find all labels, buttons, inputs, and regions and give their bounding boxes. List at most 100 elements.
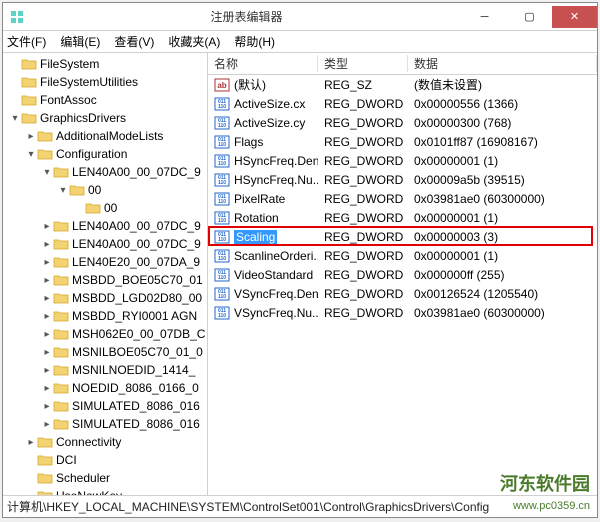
tree-item[interactable]: ▸MSBDD_LGD02D80_00 — [3, 289, 207, 307]
tree-item[interactable]: ▸MSBDD_BOE05C70_01 — [3, 271, 207, 289]
folder-icon — [53, 219, 69, 233]
tree-item[interactable]: ▸LEN40A00_00_07DC_9 — [3, 217, 207, 235]
tree-item[interactable]: ▸SIMULATED_8086_016 — [3, 415, 207, 433]
value-name: HSyncFreq.Nu... — [234, 173, 318, 187]
value-row[interactable]: HSyncFreq.Nu...REG_DWORD0x00009a5b (3951… — [208, 170, 597, 189]
titlebar[interactable]: 注册表编辑器 ─ ▢ ✕ — [3, 3, 597, 31]
dword-value-icon — [214, 115, 230, 131]
tree-item[interactable]: ▸Connectivity — [3, 433, 207, 451]
header-name[interactable]: 名称 — [208, 55, 318, 72]
registry-editor-window: 注册表编辑器 ─ ▢ ✕ 文件(F) 编辑(E) 查看(V) 收藏夹(A) 帮助… — [2, 2, 598, 518]
value-row[interactable]: VSyncFreq.Den...REG_DWORD0x00126524 (120… — [208, 284, 597, 303]
tree-label: 00 — [88, 183, 101, 197]
value-name: VSyncFreq.Den... — [234, 287, 318, 301]
header-data[interactable]: 数据 — [408, 55, 597, 72]
tree-item[interactable]: FileSystemUtilities — [3, 73, 207, 91]
value-row[interactable]: RotationREG_DWORD0x00000001 (1) — [208, 208, 597, 227]
value-row[interactable]: HSyncFreq.Den...REG_DWORD0x00000001 (1) — [208, 151, 597, 170]
value-data: 0x00000556 (1366) — [408, 97, 597, 111]
tree-item[interactable]: ▸ NOEDID_8086_0166_0 — [3, 379, 207, 397]
dword-value-icon — [214, 248, 230, 264]
menu-favorites[interactable]: 收藏夹(A) — [168, 33, 220, 50]
tree-label: DCI — [56, 453, 77, 467]
header-type[interactable]: 类型 — [318, 55, 408, 72]
value-type: REG_SZ — [318, 78, 408, 92]
app-icon — [9, 9, 25, 25]
value-list[interactable]: 名称 类型 数据 (默认)REG_SZ(数值未设置)ActiveSize.cxR… — [208, 53, 597, 495]
folder-icon — [53, 273, 69, 287]
tree-item[interactable]: ▾LEN40A00_00_07DC_9 — [3, 163, 207, 181]
expand-icon[interactable]: ▾ — [57, 185, 69, 196]
value-row[interactable]: FlagsREG_DWORD0x0101ff87 (16908167) — [208, 132, 597, 151]
minimize-button[interactable]: ─ — [462, 6, 507, 28]
close-button[interactable]: ✕ — [552, 6, 597, 28]
tree-item[interactable]: ▾ 00 — [3, 181, 207, 199]
tree-item[interactable]: Scheduler — [3, 469, 207, 487]
tree-item[interactable]: ▸AdditionalModeLists — [3, 127, 207, 145]
folder-icon — [21, 111, 37, 125]
tree-item[interactable]: ▸LEN40A00_00_07DC_9 — [3, 235, 207, 253]
expand-icon[interactable]: ▸ — [41, 365, 53, 376]
tree-label: NOEDID_8086_0166_0 — [72, 381, 199, 395]
expand-icon[interactable]: ▸ — [25, 437, 37, 448]
tree-item[interactable]: 00 — [3, 199, 207, 217]
value-row[interactable]: VSyncFreq.Nu...REG_DWORD0x03981ae0 (6030… — [208, 303, 597, 322]
expand-icon[interactable]: ▸ — [41, 257, 53, 268]
folder-icon — [53, 255, 69, 269]
value-row[interactable]: ActiveSize.cxREG_DWORD0x00000556 (1366) — [208, 94, 597, 113]
expand-icon[interactable]: ▸ — [41, 419, 53, 430]
tree-item[interactable]: ▸LEN40E20_00_07DA_9 — [3, 253, 207, 271]
value-row[interactable]: (默认)REG_SZ(数值未设置) — [208, 75, 597, 94]
folder-icon — [37, 453, 53, 467]
maximize-button[interactable]: ▢ — [507, 6, 552, 28]
value-type: REG_DWORD — [318, 287, 408, 301]
expand-icon[interactable]: ▸ — [41, 401, 53, 412]
expand-icon[interactable]: ▸ — [41, 221, 53, 232]
value-name: HSyncFreq.Den... — [234, 154, 318, 168]
tree-item[interactable]: ▸ MSNILBOE05C70_01_0 — [3, 343, 207, 361]
dword-value-icon — [214, 305, 230, 321]
dword-value-icon — [214, 96, 230, 112]
menu-help[interactable]: 帮助(H) — [234, 33, 275, 50]
tree-item[interactable]: FileSystem — [3, 55, 207, 73]
expand-icon[interactable]: ▾ — [25, 149, 37, 160]
expand-icon[interactable]: ▸ — [25, 131, 37, 142]
key-tree[interactable]: FileSystemFileSystemUtilities FontAssoc ▾G… — [3, 53, 208, 495]
dword-value-icon — [214, 267, 230, 283]
tree-item[interactable]: FontAssoc — [3, 91, 207, 109]
expand-icon[interactable]: ▸ — [41, 329, 53, 340]
tree-item[interactable]: ▸MSH062E0_00_07DB_C — [3, 325, 207, 343]
expand-icon[interactable]: ▸ — [41, 239, 53, 250]
expand-icon[interactable]: ▸ — [41, 293, 53, 304]
value-row[interactable]: ActiveSize.cyREG_DWORD0x00000300 (768) — [208, 113, 597, 132]
value-row[interactable]: ScanlineOrderi...REG_DWORD0x00000001 (1) — [208, 246, 597, 265]
value-row[interactable]: ScalingREG_DWORD0x00000003 (3) — [208, 227, 597, 246]
menu-edit[interactable]: 编辑(E) — [60, 33, 100, 50]
value-name: VSyncFreq.Nu... — [234, 306, 318, 320]
menu-file[interactable]: 文件(F) — [7, 33, 46, 50]
expand-icon[interactable]: ▸ — [41, 311, 53, 322]
tree-item[interactable]: UseNewKey — [3, 487, 207, 495]
tree-label: MSNILBOE05C70_01_0 — [72, 345, 203, 359]
tree-item[interactable]: ▾Configuration — [3, 145, 207, 163]
value-name: VideoStandard — [234, 268, 313, 282]
expand-icon[interactable]: ▾ — [41, 167, 53, 178]
tree-item[interactable]: ▸ MSBDD_RYI0001 AGN — [3, 307, 207, 325]
dword-value-icon — [214, 286, 230, 302]
expand-icon[interactable]: ▸ — [41, 275, 53, 286]
tree-item[interactable]: ▸SIMULATED_8086_016 — [3, 397, 207, 415]
tree-label: FontAssoc — [40, 93, 97, 107]
expand-icon[interactable]: ▸ — [41, 347, 53, 358]
value-row[interactable]: PixelRateREG_DWORD0x03981ae0 (60300000) — [208, 189, 597, 208]
tree-item[interactable]: DCI — [3, 451, 207, 469]
tree-item[interactable]: ▸MSNILNOEDID_1414_ — [3, 361, 207, 379]
menu-view[interactable]: 查看(V) — [114, 33, 154, 50]
expand-icon[interactable]: ▸ — [41, 383, 53, 394]
tree-item[interactable]: ▾GraphicsDrivers — [3, 109, 207, 127]
value-row[interactable]: VideoStandardREG_DWORD0x000000ff (255) — [208, 265, 597, 284]
window-title: 注册表编辑器 — [31, 8, 462, 25]
tree-label: MSBDD_RYI0001 AGN — [72, 309, 197, 323]
expand-icon[interactable]: ▾ — [9, 113, 21, 124]
value-type: REG_DWORD — [318, 135, 408, 149]
folder-icon — [53, 381, 69, 395]
